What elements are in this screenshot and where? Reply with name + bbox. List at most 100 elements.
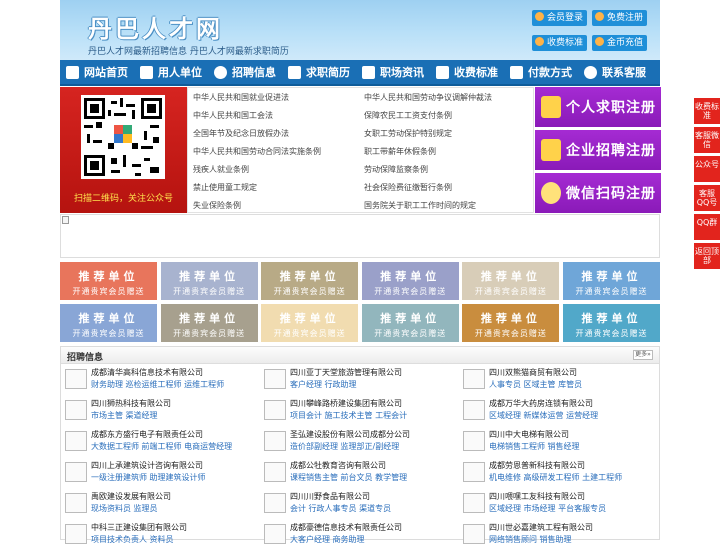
float-pricing[interactable]: 收费标准 [694,98,720,124]
law-link[interactable]: 中华人民共和国工会法 [193,110,273,121]
recommend-tile[interactable]: 推荐单位 开通贵宾会员赠送 [160,262,258,300]
company-name[interactable]: 四川攀峰路桥建设集团有限公司 [290,398,402,409]
float-back-top[interactable]: 返回顶部 [694,243,720,269]
nav-resumes[interactable]: 求职简历 [282,59,356,85]
company-logo[interactable] [463,431,485,451]
company-logo[interactable] [264,524,286,544]
float-official[interactable]: 公众号 [694,156,720,182]
job-positions[interactable]: 财务助理 巡检运维工程师 运维工程师 [91,379,224,390]
company-logo[interactable] [463,400,485,420]
recommend-tile[interactable]: 推荐单位 开通贵宾会员赠送 [261,262,359,300]
recommend-tile[interactable]: 推荐单位 开通贵宾会员赠送 [562,262,660,300]
job-positions[interactable]: 人事专员 区域主管 库管员 [489,379,582,390]
company-name[interactable]: 成都东方盛行电子有限责任公司 [91,429,203,440]
ad-banner[interactable] [60,214,660,258]
float-qq[interactable]: 客服QQ号 [694,185,720,211]
recommend-tile[interactable]: 推荐单位 开通贵宾会员赠送 [60,304,157,342]
company-logo[interactable] [264,462,286,482]
law-link[interactable]: 保障农民工工资支付条例 [364,110,452,121]
company-name[interactable]: 四川世必嘉建筑工程有限公司 [489,522,593,533]
job-positions[interactable]: 市场主管 渠道经理 [91,410,158,421]
job-positions[interactable]: 会计 行政人事专员 渠道专员 [290,503,391,514]
company-name[interactable]: 中科三正建设集团有限公司 [91,522,187,533]
company-name[interactable]: 四川喂嘿工友科技有限公司 [489,491,585,502]
job-positions[interactable]: 区域经理 新媒体运营 运营经理 [489,410,598,421]
law-link[interactable]: 全国年节及纪念日放假办法 [193,128,289,139]
company-name[interactable]: 四川上承建筑设计咨询有限公司 [91,460,203,471]
company-name[interactable]: 成都公牡教育咨询有限公司 [290,460,386,471]
company-logo[interactable] [264,431,286,451]
recommend-tile[interactable]: 推荐单位 开通贵宾会员赠送 [462,304,560,342]
job-positions[interactable]: 造价部副经理 监理部正/副经理 [290,441,399,452]
law-link[interactable]: 社会保险费征缴暂行条例 [364,182,452,193]
recommend-tile[interactable]: 推荐单位 开通贵宾会员赠送 [562,304,660,342]
personal-register-button[interactable]: 个人求职注册 [535,87,661,127]
company-name[interactable]: 四川狮热科技有限公司 [91,398,171,409]
company-logo[interactable] [463,369,485,389]
job-positions[interactable]: 项目会计 施工技术主管 工程会计 [290,410,407,421]
company-name[interactable]: 圣弘建设股份有限公司成都分公司 [290,429,410,440]
nav-news[interactable]: 职场资讯 [356,59,430,85]
float-qq-group[interactable]: QQ群 [694,214,720,240]
free-register-button[interactable]: 免费注册 [592,10,648,26]
company-name[interactable]: 成都清华高科信息技术有限公司 [91,367,203,378]
company-name[interactable]: 四川双熊猫商贸有限公司 [489,367,577,378]
recharge-button[interactable]: 金币充值 [592,35,648,51]
company-logo[interactable] [264,493,286,513]
wechat-register-button[interactable]: 微信扫码注册 [535,173,661,213]
recommend-tile[interactable]: 推荐单位 开通贵宾会员赠送 [361,262,459,300]
company-logo[interactable] [463,462,485,482]
company-name[interactable]: 四川亚丁天堂旅游管理有限公司 [290,367,402,378]
company-logo[interactable] [264,400,286,420]
job-positions[interactable]: 机电维修 高级研发工程师 土建工程师 [489,472,622,483]
law-link[interactable]: 残疾人就业条例 [193,164,249,175]
company-name[interactable]: 成都万华大药房连锁有限公司 [489,398,593,409]
job-positions[interactable]: 电梯销售工程师 销售经理 [489,441,580,452]
nav-service[interactable]: 联系客服 [578,59,652,85]
nav-pricing[interactable]: 收费标准 [430,59,504,85]
recommend-tile[interactable]: 推荐单位 开通贵宾会员赠送 [261,304,359,342]
company-logo[interactable] [65,369,87,389]
job-positions[interactable]: 一级注册建筑师 助理建筑设计师 [91,472,206,483]
law-link[interactable]: 中华人民共和国就业促进法 [193,92,289,103]
nav-jobs[interactable]: 招聘信息 [208,59,282,85]
job-positions[interactable]: 课程销售主管 前台文员 教学管理 [290,472,407,483]
company-logo[interactable] [264,369,286,389]
law-link[interactable]: 女职工劳动保护特别规定 [364,128,452,139]
company-logo[interactable] [65,431,87,451]
company-name[interactable]: 成都豪德信息技术有限责任公司 [290,522,402,533]
nav-home[interactable]: 网站首页 [60,59,134,85]
job-positions[interactable]: 区域经理 市场经理 平台客服专员 [489,503,606,514]
company-logo[interactable] [463,524,485,544]
law-link[interactable]: 禁止使用童工规定 [193,182,257,193]
recommend-tile[interactable]: 推荐单位 开通贵宾会员赠送 [462,262,560,300]
recommend-tile[interactable]: 推荐单位 开通贵宾会员赠送 [361,304,459,342]
float-wechat[interactable]: 客服微信 [694,127,720,153]
company-name[interactable]: 禹欧建设发展有限公司 [91,491,171,502]
company-register-button[interactable]: 企业招聘注册 [535,130,661,170]
nav-payment[interactable]: 付款方式 [504,59,578,85]
company-logo[interactable] [463,493,485,513]
company-logo[interactable] [65,462,87,482]
company-logo[interactable] [65,524,87,544]
company-name[interactable]: 四川川野食品有限公司 [290,491,370,502]
nav-employers[interactable]: 用人单位 [134,59,208,85]
company-name[interactable]: 四川中大电梯有限公司 [489,429,569,440]
job-positions[interactable]: 客户经理 行政助理 [290,379,357,390]
site-logo[interactable]: 丹巴人才网 [88,9,223,44]
more-button[interactable]: 更多» [633,350,653,360]
recommend-tile[interactable]: 推荐单位 开通贵宾会员赠送 [60,262,157,300]
company-name[interactable]: 成都劳恩普新科技有限公司 [489,460,585,471]
job-positions[interactable]: 大数据工程师 前端工程师 电商运营经理 [91,441,232,452]
company-logo[interactable] [65,400,87,420]
law-link[interactable]: 中华人民共和国劳动合同法实施条例 [193,146,321,157]
law-link[interactable]: 职工带薪年休假条例 [364,146,436,157]
job-positions[interactable]: 现场资料员 监理员 [91,503,158,514]
member-login-button[interactable]: 会员登录 [532,10,588,26]
law-link[interactable]: 失业保险条例 [193,200,241,211]
recommend-tile[interactable]: 推荐单位 开通贵宾会员赠送 [160,304,258,342]
pricing-button[interactable]: 收费标准 [532,35,588,51]
law-link[interactable]: 劳动保障监察条例 [364,164,428,175]
law-link[interactable]: 中华人民共和国劳动争议调解仲裁法 [364,92,492,103]
company-logo[interactable] [65,493,87,513]
